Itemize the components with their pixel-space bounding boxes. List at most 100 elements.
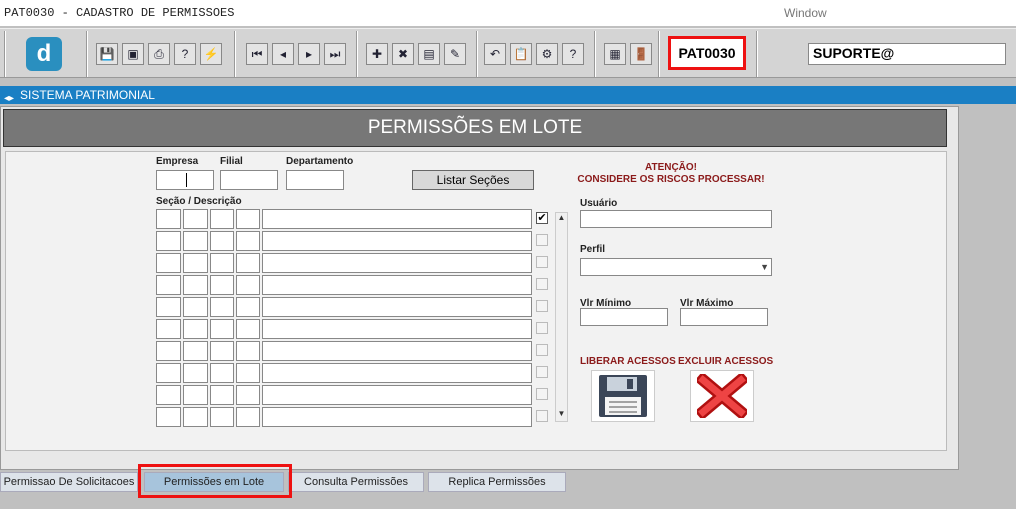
empresa-input[interactable] [156, 170, 214, 190]
row-checkbox[interactable] [536, 234, 548, 246]
secao-cell[interactable] [156, 209, 181, 229]
secao-cell[interactable] [236, 319, 260, 339]
secao-cell[interactable] [236, 341, 260, 361]
secao-cell[interactable] [210, 385, 234, 405]
row-checkbox[interactable] [536, 278, 548, 290]
vlr-minimo-input[interactable] [580, 308, 668, 326]
descricao-cell[interactable] [262, 385, 532, 405]
last-record-icon[interactable]: ⏭ [324, 43, 346, 65]
window-icon[interactable]: ▣ [122, 43, 144, 65]
print-icon[interactable]: ⎙ [148, 43, 170, 65]
descricao-cell[interactable] [262, 297, 532, 317]
row-checkbox[interactable] [536, 256, 548, 268]
filial-input[interactable] [220, 170, 278, 190]
secao-cell[interactable] [236, 363, 260, 383]
secao-cell[interactable] [210, 363, 234, 383]
usuario-input[interactable] [580, 210, 772, 228]
calculator-icon[interactable]: ▦ [604, 43, 626, 65]
secao-cell[interactable] [183, 297, 208, 317]
liberar-acessos-button[interactable] [591, 370, 655, 422]
tab-replica-permissoes[interactable]: Replica Permissões [428, 472, 566, 492]
row-checkbox[interactable] [536, 300, 548, 312]
first-record-icon[interactable]: ⏮ [246, 43, 268, 65]
grid-scrollbar[interactable]: ▲ ▼ [555, 212, 568, 422]
secao-cell[interactable] [210, 231, 234, 251]
tools-icon[interactable]: ⚙ [536, 43, 558, 65]
undo-icon[interactable]: ↶ [484, 43, 506, 65]
prev-record-icon[interactable]: ◂ [272, 43, 294, 65]
secao-cell[interactable] [236, 231, 260, 251]
secao-cell[interactable] [156, 231, 181, 251]
row-checkbox[interactable] [536, 410, 548, 422]
row-checkbox[interactable] [536, 322, 548, 334]
secao-cell[interactable] [156, 319, 181, 339]
tab-consulta-permissoes[interactable]: Consulta Permissões [288, 472, 424, 492]
secao-cell[interactable] [236, 385, 260, 405]
help-query-icon[interactable]: ? [174, 43, 196, 65]
secao-cell[interactable] [156, 341, 181, 361]
perfil-select[interactable]: ▼ [580, 258, 772, 276]
vlr-maximo-input[interactable] [680, 308, 768, 326]
secao-cell[interactable] [156, 363, 181, 383]
scroll-up-icon[interactable]: ▲ [556, 213, 567, 225]
row-checkbox[interactable]: ✔ [536, 212, 548, 224]
clipboard-icon[interactable]: 📋 [510, 43, 532, 65]
secao-cell[interactable] [156, 275, 181, 295]
filial-label: Filial [220, 156, 243, 167]
row-checkbox[interactable] [536, 388, 548, 400]
secao-cell[interactable] [236, 297, 260, 317]
excluir-acessos-button[interactable] [690, 370, 754, 422]
secao-cell[interactable] [210, 253, 234, 273]
secao-cell[interactable] [183, 209, 208, 229]
secao-cell[interactable] [183, 407, 208, 427]
help-icon[interactable]: ? [562, 43, 584, 65]
secao-cell[interactable] [183, 341, 208, 361]
secao-cell[interactable] [210, 209, 234, 229]
query-icon[interactable]: ▤ [418, 43, 440, 65]
secao-cell[interactable] [156, 407, 181, 427]
secao-cell[interactable] [210, 319, 234, 339]
insert-icon[interactable]: ✚ [366, 43, 388, 65]
secao-cell[interactable] [183, 363, 208, 383]
perfil-label: Perfil [580, 244, 606, 255]
descricao-cell[interactable] [262, 319, 532, 339]
descricao-cell[interactable] [262, 209, 532, 229]
descricao-cell[interactable] [262, 341, 532, 361]
scroll-down-icon[interactable]: ▼ [556, 409, 567, 421]
secao-cell[interactable] [183, 319, 208, 339]
descricao-cell[interactable] [262, 363, 532, 383]
exit-icon[interactable]: 🚪 [630, 43, 652, 65]
tab-permissao-solicitacoes[interactable]: Permissao De Solicitacoes [0, 472, 138, 492]
window-menu[interactable]: Window [784, 6, 827, 20]
secao-cell[interactable] [183, 253, 208, 273]
secao-cell[interactable] [210, 297, 234, 317]
row-checkbox[interactable] [536, 344, 548, 356]
row-checkbox[interactable] [536, 366, 548, 378]
run-icon[interactable]: ⚡ [200, 43, 222, 65]
save-icon[interactable]: 💾 [96, 43, 118, 65]
toolbar-separator [756, 31, 758, 77]
descricao-cell[interactable] [262, 253, 532, 273]
edit-icon[interactable]: ✎ [444, 43, 466, 65]
departamento-input[interactable] [286, 170, 344, 190]
secao-cell[interactable] [156, 385, 181, 405]
secao-cell[interactable] [210, 407, 234, 427]
next-record-icon[interactable]: ▸ [298, 43, 320, 65]
secao-cell[interactable] [156, 297, 181, 317]
descricao-cell[interactable] [262, 275, 532, 295]
secao-cell[interactable] [236, 407, 260, 427]
secao-cell[interactable] [236, 275, 260, 295]
secao-cell[interactable] [210, 341, 234, 361]
descricao-cell[interactable] [262, 407, 532, 427]
toolbar-separator [234, 31, 236, 77]
secao-cell[interactable] [183, 385, 208, 405]
listar-secoes-button[interactable]: Listar Seções [412, 170, 534, 190]
secao-cell[interactable] [236, 209, 260, 229]
secao-cell[interactable] [183, 231, 208, 251]
delete-icon[interactable]: ✖ [392, 43, 414, 65]
secao-cell[interactable] [210, 275, 234, 295]
secao-cell[interactable] [236, 253, 260, 273]
descricao-cell[interactable] [262, 231, 532, 251]
secao-cell[interactable] [183, 275, 208, 295]
secao-cell[interactable] [156, 253, 181, 273]
